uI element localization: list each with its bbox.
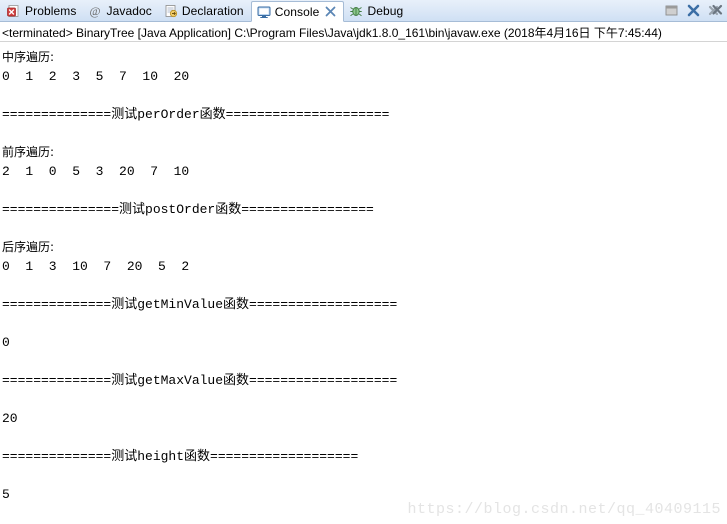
minimize-icon[interactable] bbox=[664, 3, 679, 18]
launch-configuration-info: <terminated> BinaryTree [Java Applicatio… bbox=[0, 22, 727, 42]
tab-javadoc-label: Javadoc bbox=[106, 3, 152, 18]
console-line-sep-height: ==============测试height函数================… bbox=[2, 449, 359, 464]
view-toolbar bbox=[664, 3, 723, 18]
console-output-area[interactable]: 中序遍历: 0 1 2 3 5 7 10 20 ==============测试pe… bbox=[0, 42, 727, 522]
close-all-icon[interactable] bbox=[708, 3, 723, 18]
console-line-postorder-values: 0 1 3 10 7 20 5 2 bbox=[2, 259, 190, 274]
tab-declaration[interactable]: Declaration bbox=[159, 0, 251, 21]
console-line-sep-perorder: ==============测试perOrder函数==============… bbox=[2, 107, 390, 122]
tab-problems[interactable]: Problems bbox=[2, 0, 83, 21]
tab-debug-label: Debug bbox=[367, 3, 404, 18]
console-line-sep-getminvalue: ==============测试getMinValue函数===========… bbox=[2, 297, 398, 312]
declaration-icon bbox=[164, 4, 178, 18]
tab-javadoc[interactable]: @ Javadoc bbox=[83, 0, 158, 21]
console-line-blank-3 bbox=[2, 181, 727, 200]
console-line-preorder-values: 2 1 0 5 3 20 7 10 bbox=[2, 164, 190, 179]
console-line-blank-8 bbox=[2, 390, 727, 409]
tab-declaration-label: Declaration bbox=[181, 3, 244, 18]
console-line-blank-4 bbox=[2, 219, 727, 238]
console-line-inorder-values: 0 1 2 3 5 7 10 20 bbox=[2, 69, 190, 84]
javadoc-icon: @ bbox=[88, 4, 102, 18]
console-line-sep-getmaxvalue: ==============测试getMaxValue函数===========… bbox=[2, 373, 398, 388]
console-line-maxvalue-result: 20 bbox=[2, 411, 18, 426]
tab-problems-label: Problems bbox=[25, 3, 77, 18]
view-tab-bar: Problems @ Javadoc Declaration Console D… bbox=[0, 0, 727, 22]
console-line-blank-10 bbox=[2, 466, 727, 485]
console-line-blank-6 bbox=[2, 314, 727, 333]
watermark: https://blog.csdn.net/qq_40409115 bbox=[407, 501, 721, 518]
debug-icon bbox=[349, 4, 363, 18]
problems-icon bbox=[7, 4, 21, 18]
console-line-postorder-label: 后序遍历: bbox=[2, 240, 55, 254]
close-icon[interactable] bbox=[686, 3, 701, 18]
console-line-preorder-label: 前序遍历: bbox=[2, 145, 55, 159]
tab-console[interactable]: Console bbox=[250, 1, 345, 22]
console-line-blank-9 bbox=[2, 428, 727, 447]
console-line-sep-postorder: ===============测试postOrder函数============… bbox=[2, 202, 374, 217]
console-line-minvalue-result: 0 bbox=[2, 335, 10, 350]
console-line-inorder-label: 中序遍历: bbox=[2, 50, 55, 64]
console-line-blank-7 bbox=[2, 352, 727, 371]
console-line-blank-1 bbox=[2, 86, 727, 105]
svg-text:@: @ bbox=[90, 4, 101, 18]
tab-console-label: Console bbox=[274, 4, 320, 19]
tab-console-close-icon[interactable] bbox=[325, 6, 336, 17]
console-icon bbox=[257, 5, 271, 19]
launch-info-text: <terminated> BinaryTree [Java Applicatio… bbox=[2, 25, 662, 40]
console-line-blank-5 bbox=[2, 276, 727, 295]
console-line-list: 中序遍历: 0 1 2 3 5 7 10 20 ==============测试pe… bbox=[2, 48, 727, 504]
tab-debug[interactable]: Debug bbox=[344, 0, 410, 21]
console-line-blank-2 bbox=[2, 124, 727, 143]
